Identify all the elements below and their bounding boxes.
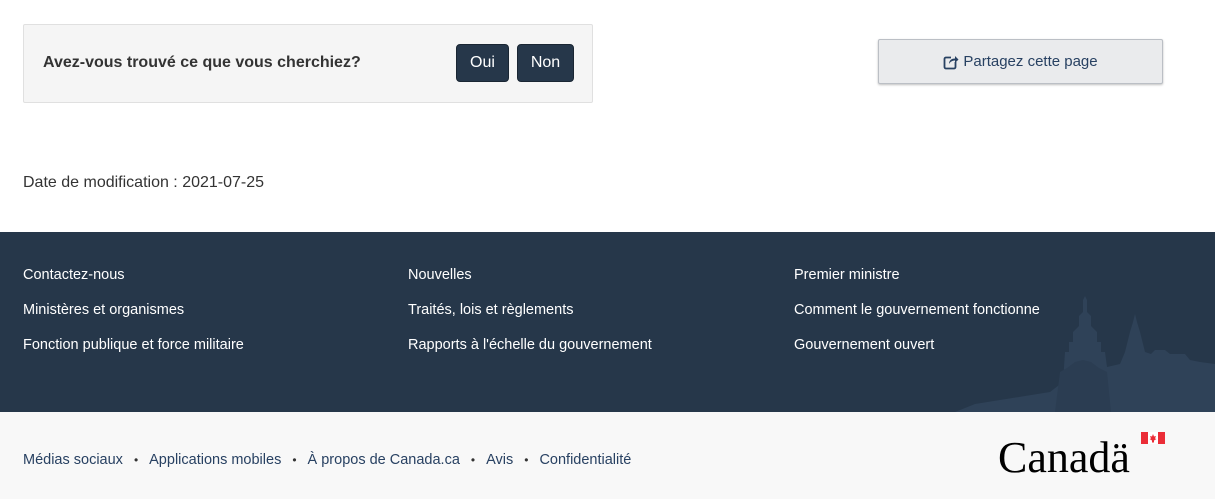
feedback-panel: Avez-vous trouvé ce que vous cherchiez? … (23, 24, 593, 103)
share-page-button[interactable]: Partagez cette page (878, 39, 1163, 84)
footer-sub-link-about[interactable]: À propos de Canada.ca (308, 452, 460, 468)
footer-sub-link-mobile-apps[interactable]: Applications mobiles (149, 452, 281, 468)
footer-sub-link-privacy[interactable]: Confidentialité (539, 452, 631, 468)
footer-link-open-government[interactable]: Gouvernement ouvert (794, 337, 934, 353)
footer-main: Contactez-nous Ministères et organismes … (0, 232, 1215, 412)
footer-link-public-service[interactable]: Fonction publique et force militaire (23, 337, 244, 353)
yes-button[interactable]: Oui (456, 44, 509, 82)
feedback-question: Avez-vous trouvé ce que vous cherchiez? (43, 54, 361, 71)
footer-link-treaties[interactable]: Traités, lois et règlements (408, 302, 573, 318)
footer-link-news[interactable]: Nouvelles (408, 267, 472, 283)
separator-dot: • (470, 453, 476, 467)
footer-link-contact[interactable]: Contactez-nous (23, 267, 125, 283)
share-icon (943, 53, 960, 69)
footer-link-reports[interactable]: Rapports à l'échelle du gouvernement (408, 337, 652, 353)
canada-wordmark-text: Canadä (998, 433, 1130, 476)
canada-flag-icon (1141, 432, 1165, 444)
footer-link-how-government-works[interactable]: Comment le gouvernement fonctionne (794, 302, 1040, 318)
footer-link-departments[interactable]: Ministères et organismes (23, 302, 184, 318)
footer-sub-link-notices[interactable]: Avis (486, 452, 513, 468)
separator-dot: • (292, 453, 297, 467)
footer-sub-link-social-media[interactable]: Médias sociaux (23, 452, 123, 468)
footer-sub-links: Médias sociaux • Applications mobiles • … (23, 452, 631, 468)
footer-sub: Médias sociaux • Applications mobiles • … (0, 412, 1215, 499)
separator-dot: • (524, 453, 529, 467)
date-modified: Date de modification : 2021-07-25 (23, 174, 265, 191)
footer-link-prime-minister[interactable]: Premier ministre (794, 267, 900, 283)
separator-dot: • (133, 453, 139, 467)
canada-wordmark-logo: Canadä (998, 432, 1165, 476)
share-page-label: Partagez cette page (963, 53, 1098, 70)
no-button[interactable]: Non (517, 44, 574, 82)
